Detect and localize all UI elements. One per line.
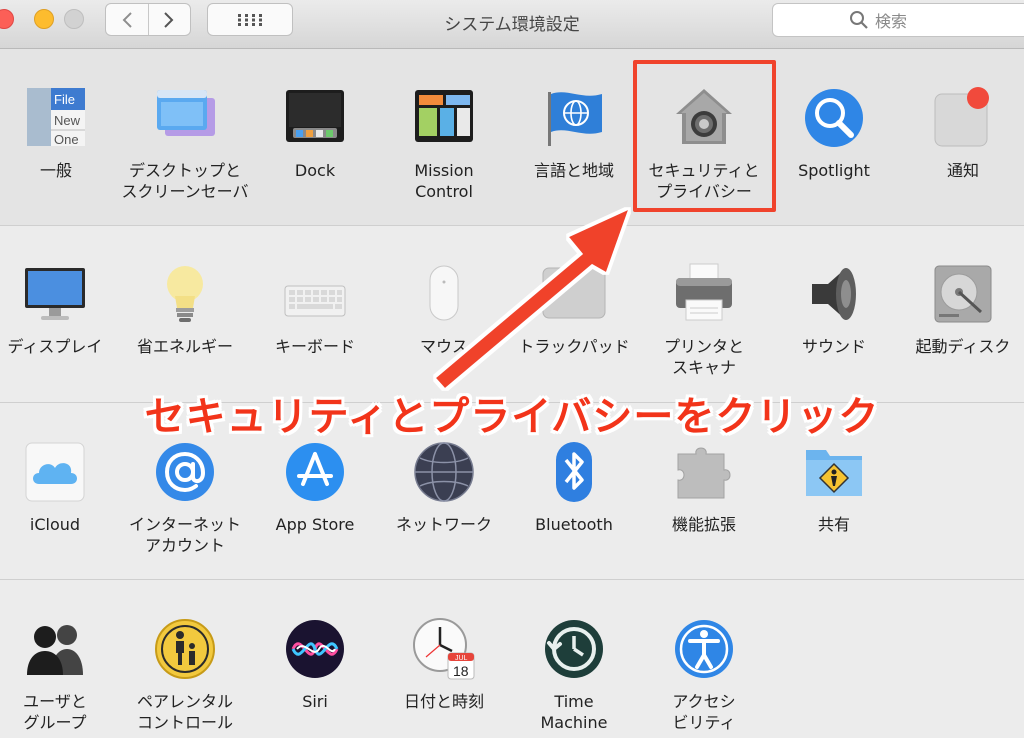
annotation-arrow: [436, 210, 628, 388]
instruction-callout: セキュリティとプライバシーをクリック: [144, 394, 880, 440]
